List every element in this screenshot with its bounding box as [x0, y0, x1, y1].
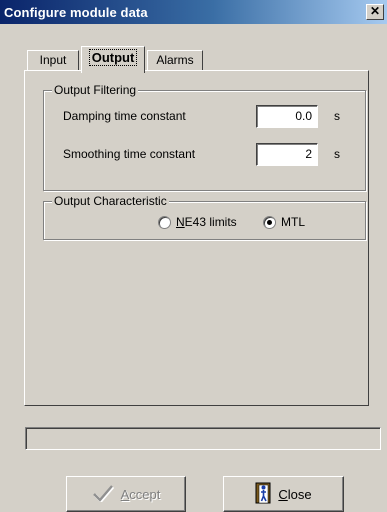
tab-input[interactable]: Input [27, 50, 79, 70]
tab-output-label: Output [88, 49, 138, 66]
close-window-button[interactable]: ✕ [366, 4, 384, 20]
close-icon: ✕ [369, 4, 381, 18]
radio-mtl[interactable]: MTL [263, 215, 305, 229]
smoothing-time-constant-label: Smoothing time constant [63, 147, 196, 161]
smoothing-time-constant-field[interactable]: 2 [256, 143, 318, 166]
close-label: Close [278, 486, 312, 502]
output-filtering-group: Output Filtering Damping time constant 0… [43, 83, 366, 191]
output-tab-panel: Output Filtering Damping time constant 0… [24, 70, 369, 406]
radio-ne43-limits-circle [158, 215, 171, 229]
output-characteristic-legend: Output Characteristic [52, 194, 169, 208]
checkmark-icon [92, 484, 114, 505]
damping-time-constant-field[interactable]: 0.0 [256, 105, 318, 128]
door-person-icon [255, 482, 271, 507]
radio-mtl-circle [263, 215, 276, 229]
tab-alarms-label: Alarms [156, 53, 194, 67]
accept-button[interactable]: Accept [66, 476, 186, 512]
damping-time-constant-value: 0.0 [295, 109, 312, 123]
output-characteristic-group: Output Characteristic NE43 limits MTL [43, 194, 366, 240]
tab-alarms[interactable]: Alarms [147, 50, 203, 70]
damping-unit: s [334, 109, 340, 123]
progress-bar [25, 427, 381, 450]
title-bar: Configure module data ✕ [0, 0, 387, 24]
output-filtering-legend: Output Filtering [52, 83, 139, 97]
radio-ne43-limits[interactable]: NE43 limits [158, 215, 237, 229]
tab-input-label: Input [39, 53, 67, 67]
radio-mtl-label: MTL [281, 215, 305, 229]
damping-time-constant-label: Damping time constant [63, 109, 186, 123]
tab-output[interactable]: Output [81, 46, 145, 73]
smoothing-unit: s [334, 147, 340, 161]
window-title: Configure module data [4, 4, 148, 20]
accept-label: Accept [120, 486, 161, 502]
smoothing-time-constant-value: 2 [305, 147, 312, 161]
radio-ne43-limits-label: NE43 limits [176, 215, 237, 229]
close-button[interactable]: Close [223, 476, 344, 512]
